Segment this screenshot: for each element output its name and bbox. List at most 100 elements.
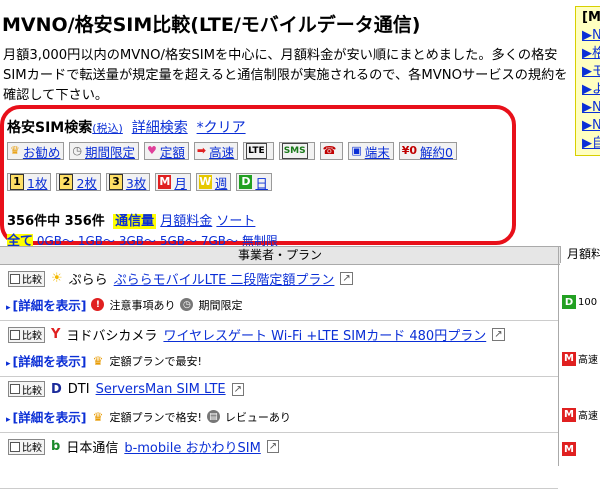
crown-icon: ♛ [92, 353, 104, 368]
plan-type-badge: D [562, 295, 576, 309]
search-title: 格安SIM検索 [7, 120, 93, 136]
detail-label: [詳細を表示] [12, 410, 87, 425]
filter-chip-label: 日 [255, 175, 268, 191]
sim-1-icon: 1 [10, 174, 24, 190]
sort-monthly-price[interactable]: 月額料金 [160, 214, 212, 229]
filter-chip[interactable]: 2 2枚 [56, 173, 101, 191]
filter-chip-label: 期間限定 [85, 144, 136, 160]
sidebar-item[interactable]: ▶格 [582, 45, 600, 63]
compare-checkbox[interactable]: 比較 [8, 326, 45, 343]
plan-link[interactable]: ワイヤレスゲート Wi-Fi +LTE SIMカード 480円プラン [163, 325, 486, 344]
plan-detail-line: ▸ [詳細を表示] ♛ 定額プランで最安! [6, 351, 202, 370]
triangle-icon: ▸ [6, 303, 11, 313]
compare-label: 比較 [22, 385, 42, 397]
plan-link[interactable]: b-mobile おかわりSIM [124, 437, 260, 456]
external-link-icon[interactable]: ↗ [340, 272, 353, 285]
sort-link[interactable]: ソート [216, 214, 255, 229]
show-detail-button[interactable]: ▸ [詳細を表示] [6, 295, 86, 314]
external-link-icon[interactable]: ↗ [492, 328, 505, 341]
table-header-price: 月額料 [560, 246, 600, 263]
crown-icon: ♛ [10, 144, 20, 157]
filter-chip[interactable]: 1 1枚 [7, 173, 52, 191]
chat-icon: ▤ [206, 410, 220, 423]
table-row: 比較 b 日本通信 b-mobile おかわりSIM ↗ [0, 432, 558, 489]
filter-chip[interactable]: ♛ お勧め [7, 142, 65, 160]
plan-type-badge: M [562, 351, 576, 366]
intro-text: 月額3,000円以内のMVNO/格安SIMを中心に、月額料金が安い順にまとめまし… [3, 48, 568, 103]
compare-label: 比較 [22, 275, 42, 286]
sidebar-item[interactable]: ▶N [582, 27, 600, 45]
sidebar-item[interactable]: ▶N [582, 117, 600, 135]
detail-search-link[interactable]: 詳細検索 [132, 120, 188, 136]
compare-checkbox[interactable]: 比較 [8, 381, 45, 397]
note-text: レビューあり [224, 410, 291, 424]
checkbox-box [10, 273, 20, 284]
filter-chip[interactable]: SMS [278, 142, 315, 160]
filter-chip-label: 端末 [364, 144, 390, 160]
phone-icon: ☎ [322, 144, 337, 157]
table-header-plan: 事業者・プラン [0, 246, 560, 265]
sidebar-item[interactable]: ▶自 [582, 135, 600, 153]
note-text: 定額プランで格安! [109, 410, 202, 424]
show-detail-button[interactable]: ▸ [詳細を表示] [6, 351, 86, 370]
filter-chip[interactable]: M月 [155, 173, 191, 191]
lte-icon: LTE [246, 143, 267, 159]
note-text: 定額プランで最安! [109, 354, 202, 368]
filter-chip-label: 1枚 [27, 175, 48, 191]
daily-icon: D [239, 175, 253, 189]
yen-zero-icon: ¥0 [401, 144, 418, 157]
filter-chip[interactable]: D日 [236, 173, 272, 191]
plan-detail-line: ▸ [詳細を表示] ♛ 定額プランで格安! ▤ レビューあり [6, 407, 291, 426]
result-count: 356件中 356件 [7, 214, 105, 229]
sim-3-icon: 3 [108, 174, 123, 190]
external-link-icon[interactable]: ↗ [266, 440, 280, 453]
sidebar-menu: [M ▶N ▶格 ▶モ ▶よ ▶N ▶N ▶自 [575, 6, 600, 156]
clock-icon: ◷ [180, 298, 194, 311]
sidebar-item[interactable]: ▶モ [582, 63, 600, 81]
filter-chip[interactable]: W週 [195, 173, 232, 191]
compare-checkbox[interactable]: 比較 [8, 270, 45, 287]
sidebar-item[interactable]: ▶よ [582, 81, 600, 99]
tax-toggle-link[interactable]: (税込) [92, 122, 123, 135]
filter-row-features: ♛ お勧め ◷ 期間限定 ♥ 定額 ➡ 高速 LTE SMS ☎ ▣ 端末 ¥0 解約0 [7, 142, 457, 160]
company-logo-icon: D [51, 381, 62, 397]
sim-search-panel: 格安SIM検索(税込) 詳細検索 *クリア ♛ お勧め ◷ 期間限定 ♥ 定額 ➡ 高速 LTE… [0, 105, 516, 249]
price-text: 100 [578, 296, 598, 308]
filter-chip[interactable]: LTE [243, 142, 274, 160]
table-row: 比較 D DTI ServersMan SIM LTE ↗ ▸ [詳細を表示] ♛ 定額プランで… [0, 376, 558, 433]
filter-chip[interactable]: ♥ 定額 [144, 142, 189, 160]
company-name: ぷらら [68, 273, 108, 288]
checkbox-box [10, 441, 20, 452]
sort-data-volume[interactable]: 通信量 [113, 214, 157, 229]
company-logo-icon: ☀ [51, 271, 63, 286]
hearts-icon: ♥ [147, 144, 157, 157]
show-detail-button[interactable]: ▸ [詳細を表示] [6, 407, 86, 426]
crown-icon: ♛ [92, 409, 104, 424]
sidebar-item[interactable]: ▶N [582, 99, 600, 117]
search-heading: 格安SIM検索(税込) 詳細検索 *クリア [7, 117, 246, 137]
filter-chip-label: 高速 [209, 144, 235, 160]
plan-link[interactable]: ServersMan SIM LTE [96, 382, 226, 397]
warning-icon: ! [91, 298, 105, 311]
filter-chip[interactable]: ¥0 解約0 [398, 142, 457, 160]
external-link-icon[interactable]: ↗ [231, 382, 244, 396]
detail-label: [詳細を表示] [12, 354, 87, 369]
filter-chip-label: お勧め [22, 144, 61, 160]
filter-chip[interactable]: ☎ [319, 142, 344, 160]
compare-checkbox[interactable]: 比較 [8, 438, 45, 455]
checkbox-box [10, 384, 20, 394]
clear-link[interactable]: *クリア [197, 120, 246, 136]
filter-chip-label: 定額 [159, 144, 185, 160]
plan-link[interactable]: ぷららモバイルLTE 二段階定額プラン [114, 269, 335, 288]
checkbox-box [10, 329, 20, 340]
filter-chip[interactable]: ➡ 高速 [193, 142, 239, 160]
table-row: 比較 ☀ ぷらら ぷららモバイルLTE 二段階定額プラン ↗ ▸ [詳細を表示]! 注意事項あ… [0, 264, 558, 321]
filter-chip[interactable]: ▣ 端末 [348, 142, 394, 160]
filter-chip[interactable]: 3 3枚 [105, 173, 151, 191]
triangle-icon: ▸ [6, 359, 11, 369]
filter-chip[interactable]: ◷ 期間限定 [69, 142, 140, 160]
plan-detail-line: ▸ [詳細を表示]! 注意事項あり ◷ 期間限定 [6, 295, 242, 314]
price-text: 高速 [578, 411, 598, 422]
sidebar-heading: [M [582, 10, 600, 25]
price-cell: M 高速 [562, 351, 600, 366]
